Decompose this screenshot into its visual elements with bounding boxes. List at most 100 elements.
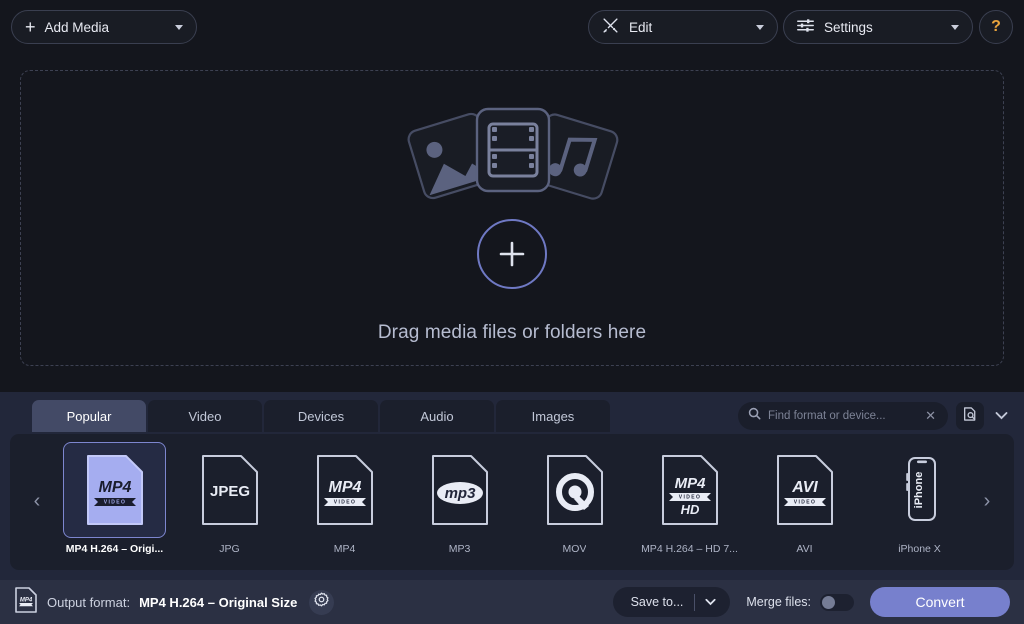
mp4-hd-file-icon: MP4 VIDEO HD (638, 442, 741, 538)
svg-text:HD: HD (680, 502, 699, 517)
settings-label: Settings (824, 20, 951, 35)
tab-devices[interactable]: Devices (264, 400, 378, 432)
svg-text:JPEG: JPEG (209, 483, 249, 500)
svg-text:MP4: MP4 (328, 479, 361, 496)
tools-icon (602, 17, 619, 37)
jpeg-file-icon: JPEG (178, 442, 281, 538)
dropzone-text: Drag media files or folders here (378, 322, 646, 344)
mp4-video-file-icon: MP4 VIDEO (293, 442, 396, 538)
format-cards: MP4 VIDEO MP4 H.264 – Origi... JPEG (57, 442, 977, 562)
tab-label: Audio (420, 409, 453, 424)
chevron-down-icon[interactable] (175, 25, 183, 30)
format-card-label: MOV (563, 543, 587, 555)
formats-panel: Popular Video Devices Audio Images ✕ (0, 392, 1024, 580)
chevron-down-icon[interactable] (695, 598, 730, 606)
format-card-jpg[interactable]: JPEG JPG (172, 442, 287, 562)
format-card-label: AVI (796, 543, 812, 555)
top-toolbar: + Add Media Edit (0, 0, 1024, 54)
format-card-label: MP3 (449, 543, 471, 555)
svg-text:mp3: mp3 (444, 485, 476, 502)
save-to-label: Save to... (613, 595, 695, 609)
add-files-circle-button[interactable] (477, 219, 547, 289)
tab-label: Video (188, 409, 221, 424)
chevron-down-icon (995, 407, 1008, 425)
iphone-device-icon: iPhone (868, 442, 971, 538)
plus-icon (497, 239, 527, 269)
tab-popular[interactable]: Popular (32, 400, 146, 432)
chevron-right-icon: › (984, 490, 991, 513)
close-icon[interactable]: ✕ (923, 408, 938, 424)
save-to-button[interactable]: Save to... (613, 587, 731, 617)
search-input[interactable] (768, 410, 923, 422)
tab-label: Popular (67, 409, 112, 424)
merge-files-label: Merge files: (746, 595, 811, 609)
format-card-mp4-h264-original[interactable]: MP4 VIDEO MP4 H.264 – Origi... (57, 442, 172, 562)
quicktime-mov-file-icon (523, 442, 626, 538)
collapse-panel-button[interactable] (992, 407, 1010, 425)
chevron-down-icon[interactable] (951, 25, 959, 30)
bottom-actions: Save to... Merge files: Convert (613, 587, 1010, 617)
merge-files-group: Merge files: (746, 594, 854, 611)
merge-files-toggle[interactable] (820, 594, 854, 611)
help-button[interactable]: ? (979, 10, 1013, 44)
mp3-file-icon: mp3 (408, 442, 511, 538)
mp4-file-icon: MP4 (14, 586, 38, 619)
avi-video-file-icon: AVI VIDEO (753, 442, 856, 538)
tab-label: Images (532, 409, 575, 424)
svg-text:VIDEO: VIDEO (793, 500, 816, 506)
edit-label: Edit (629, 20, 756, 35)
svg-text:MP4: MP4 (674, 475, 706, 492)
svg-text:MP4: MP4 (20, 597, 33, 603)
gear-icon (314, 592, 329, 612)
plus-icon: + (25, 18, 36, 36)
format-card-mp3[interactable]: mp3 MP3 (402, 442, 517, 562)
media-dropzone[interactable]: Drag media files or folders here (20, 70, 1004, 366)
format-card-iphone-x[interactable]: iPhone iPhone X (862, 442, 977, 562)
format-card-avi[interactable]: AVI VIDEO AVI (747, 442, 862, 562)
output-format-value: MP4 H.264 – Original Size (139, 595, 297, 610)
settings-button[interactable]: Settings (783, 10, 973, 44)
edit-button[interactable]: Edit (588, 10, 778, 44)
format-card-label: MP4 H.264 – Origi... (66, 543, 163, 555)
chevron-down-icon[interactable] (756, 25, 764, 30)
toggle-knob (822, 596, 835, 609)
search-icon (748, 407, 761, 425)
scroll-right-button[interactable]: › (974, 484, 1000, 518)
bottom-bar: MP4 Output format: MP4 H.264 – Original … (0, 580, 1024, 624)
format-cards-strip: ‹ › MP4 VIDEO MP4 H.264 – Or (10, 434, 1014, 570)
format-card-mp4-h264-hd[interactable]: MP4 VIDEO HD MP4 H.264 – HD 7... (632, 442, 747, 562)
svg-text:iPhone: iPhone (913, 472, 925, 509)
search-box[interactable]: ✕ (738, 402, 948, 430)
svg-text:VIDEO: VIDEO (333, 500, 356, 506)
svg-text:VIDEO: VIDEO (103, 500, 126, 506)
svg-text:AVI: AVI (791, 479, 818, 496)
output-format-label: Output format: (47, 595, 130, 610)
convert-button[interactable]: Convert (870, 587, 1010, 617)
tab-label: Devices (298, 409, 344, 424)
scroll-left-button[interactable]: ‹ (24, 484, 50, 518)
mp4-video-file-icon: MP4 VIDEO (63, 442, 166, 538)
format-card-mp4[interactable]: MP4 VIDEO MP4 (287, 442, 402, 562)
file-search-icon (962, 406, 978, 427)
format-tabs: Popular Video Devices Audio Images (32, 400, 610, 432)
format-card-label: MP4 H.264 – HD 7... (641, 543, 738, 555)
question-mark-icon: ? (991, 18, 1001, 36)
media-cards-icon (397, 101, 627, 201)
convert-label: Convert (915, 594, 964, 610)
format-card-label: JPG (219, 543, 239, 555)
tab-images[interactable]: Images (496, 400, 610, 432)
format-card-label: MP4 (334, 543, 356, 555)
chevron-left-icon: ‹ (34, 490, 41, 513)
format-card-mov[interactable]: MOV (517, 442, 632, 562)
add-media-label: Add Media (45, 20, 175, 35)
tab-video[interactable]: Video (148, 400, 262, 432)
browse-format-button[interactable] (956, 402, 984, 430)
add-media-button[interactable]: + Add Media (11, 10, 197, 44)
format-card-label: iPhone X (898, 543, 941, 555)
tab-audio[interactable]: Audio (380, 400, 494, 432)
svg-text:MP4: MP4 (98, 479, 131, 496)
svg-text:VIDEO: VIDEO (678, 495, 701, 501)
app-window: + Add Media Edit (0, 0, 1024, 624)
format-search-area: ✕ (738, 402, 1010, 430)
output-settings-button[interactable] (309, 590, 334, 615)
